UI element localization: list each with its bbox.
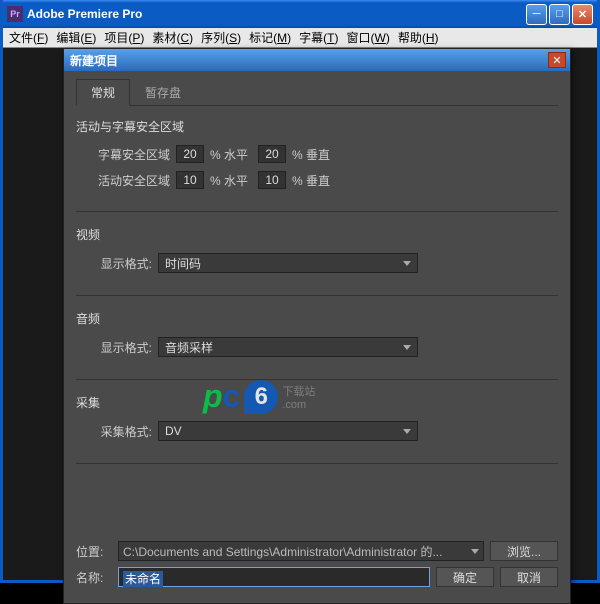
capture-format-label: 采集格式:: [92, 423, 152, 440]
action-safe-label: 活动安全区域: [92, 172, 170, 189]
menu-project[interactable]: 项目(P): [100, 27, 148, 48]
menu-help[interactable]: 帮助(H): [394, 27, 443, 48]
minimize-button[interactable]: ─: [526, 4, 547, 25]
window-titlebar[interactable]: Pr Adobe Premiere Pro ─ □ ✕: [3, 0, 597, 28]
title-safe-v-input[interactable]: [258, 145, 286, 163]
title-safe-h-input[interactable]: [176, 145, 204, 163]
video-format-dropdown[interactable]: 时间码: [158, 253, 418, 273]
chevron-down-icon: [403, 261, 411, 266]
h-unit-label: % 水平: [210, 146, 248, 163]
v-unit-label: % 垂直: [292, 146, 330, 163]
title-safe-label: 字幕安全区域: [92, 146, 170, 163]
window-title: Adobe Premiere Pro: [27, 7, 526, 21]
menu-window[interactable]: 窗口(W): [343, 27, 394, 48]
chevron-down-icon: [403, 429, 411, 434]
menu-clip[interactable]: 素材(C): [148, 27, 197, 48]
audio-section: 音频 显示格式: 音频采样: [76, 310, 558, 380]
audio-format-value: 音频采样: [165, 339, 213, 356]
browse-button[interactable]: 浏览...: [490, 541, 558, 561]
dialog-body: 常规 暂存盘 活动与字幕安全区域 字幕安全区域 % 水平 % 垂直 活动安全区域: [64, 71, 570, 486]
app-workspace: 新建项目 ✕ 常规 暂存盘 活动与字幕安全区域 字幕安全区域 % 水平: [3, 48, 597, 580]
name-input[interactable]: 未命名: [118, 567, 430, 587]
app-icon: Pr: [7, 6, 23, 22]
capture-format-value: DV: [165, 424, 182, 438]
tab-general[interactable]: 常规: [76, 79, 130, 106]
capture-section: 采集 采集格式: DV: [76, 394, 558, 464]
audio-format-dropdown[interactable]: 音频采样: [158, 337, 418, 357]
video-title: 视频: [76, 226, 558, 243]
audio-format-label: 显示格式:: [92, 339, 152, 356]
action-safe-v-input[interactable]: [258, 171, 286, 189]
safe-area-title: 活动与字幕安全区域: [76, 118, 558, 135]
menu-file[interactable]: 文件(F): [5, 27, 52, 48]
capture-format-dropdown[interactable]: DV: [158, 421, 418, 441]
video-section: 视频 显示格式: 时间码: [76, 226, 558, 296]
dialog-title: 新建项目: [68, 52, 548, 69]
capture-format-row: 采集格式: DV: [76, 421, 558, 441]
cancel-button[interactable]: 取消: [500, 567, 558, 587]
location-row: 位置: C:\Documents and Settings\Administra…: [76, 541, 558, 561]
capture-title: 采集: [76, 394, 558, 411]
video-format-value: 时间码: [165, 255, 201, 272]
close-button[interactable]: ✕: [572, 4, 593, 25]
menu-sequence[interactable]: 序列(S): [197, 27, 245, 48]
app-window: Pr Adobe Premiere Pro ─ □ ✕ 文件(F) 编辑(E) …: [0, 0, 600, 583]
chevron-down-icon: [403, 345, 411, 350]
video-format-row: 显示格式: 时间码: [76, 253, 558, 273]
v-unit-label-2: % 垂直: [292, 172, 330, 189]
audio-title: 音频: [76, 310, 558, 327]
action-safe-row: 活动安全区域 % 水平 % 垂直: [76, 171, 558, 189]
menu-title[interactable]: 字幕(T): [295, 27, 342, 48]
location-label: 位置:: [76, 543, 112, 560]
dialog-close-button[interactable]: ✕: [548, 52, 566, 68]
tab-strip: 常规 暂存盘: [76, 79, 558, 106]
chevron-down-icon: [471, 549, 479, 554]
audio-format-row: 显示格式: 音频采样: [76, 337, 558, 357]
action-safe-h-input[interactable]: [176, 171, 204, 189]
menu-edit[interactable]: 编辑(E): [52, 27, 100, 48]
menu-marker[interactable]: 标记(M): [245, 27, 295, 48]
maximize-button[interactable]: □: [549, 4, 570, 25]
video-format-label: 显示格式:: [92, 255, 152, 272]
tab-scratch[interactable]: 暂存盘: [130, 79, 196, 105]
dialog-footer: 位置: C:\Documents and Settings\Administra…: [76, 541, 558, 593]
new-project-dialog: 新建项目 ✕ 常规 暂存盘 活动与字幕安全区域 字幕安全区域 % 水平: [63, 48, 571, 604]
menubar: 文件(F) 编辑(E) 项目(P) 素材(C) 序列(S) 标记(M) 字幕(T…: [3, 28, 597, 48]
location-path-value: C:\Documents and Settings\Administrator\…: [123, 543, 442, 560]
window-controls: ─ □ ✕: [526, 4, 593, 25]
title-safe-row: 字幕安全区域 % 水平 % 垂直: [76, 145, 558, 163]
safe-area-section: 活动与字幕安全区域 字幕安全区域 % 水平 % 垂直 活动安全区域 % 水平 %…: [76, 118, 558, 212]
ok-button[interactable]: 确定: [436, 567, 494, 587]
name-row: 名称: 未命名 确定 取消: [76, 567, 558, 587]
h-unit-label-2: % 水平: [210, 172, 248, 189]
location-path-dropdown[interactable]: C:\Documents and Settings\Administrator\…: [118, 541, 484, 561]
dialog-titlebar[interactable]: 新建项目 ✕: [64, 49, 570, 71]
